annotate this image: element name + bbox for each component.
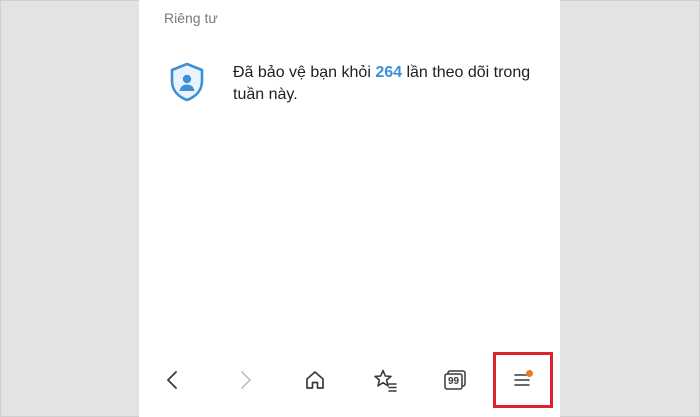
shield-user-icon [169,62,205,102]
bookmarks-button[interactable] [369,364,401,396]
menu-button[interactable] [507,364,539,396]
privacy-summary-card[interactable]: Đã bảo vệ bạn khỏi 264 lần theo dõi tron… [169,58,539,108]
chevron-right-icon [234,369,256,391]
privacy-message: Đã bảo vệ bạn khỏi 264 lần theo dõi tron… [233,62,533,106]
hamburger-icon [511,368,535,392]
tabs-button[interactable]: 99 [439,364,471,396]
tabs-icon: 99 [443,369,467,391]
back-button[interactable] [157,364,189,396]
chevron-left-icon [162,369,184,391]
message-prefix: Đã bảo vệ bạn khỏi [233,64,376,81]
tracker-count: 264 [375,64,403,81]
browser-page: Riêng tư Đã bảo vệ bạn khỏi 264 lần theo… [139,0,560,417]
bottom-toolbar: 99 [139,352,560,408]
tab-count-label: 99 [447,376,460,387]
home-icon [303,368,327,392]
home-button[interactable] [299,364,331,396]
forward-button[interactable] [229,364,261,396]
star-list-icon [372,368,398,392]
section-title: Riêng tư [164,10,218,26]
notification-dot [526,370,533,377]
